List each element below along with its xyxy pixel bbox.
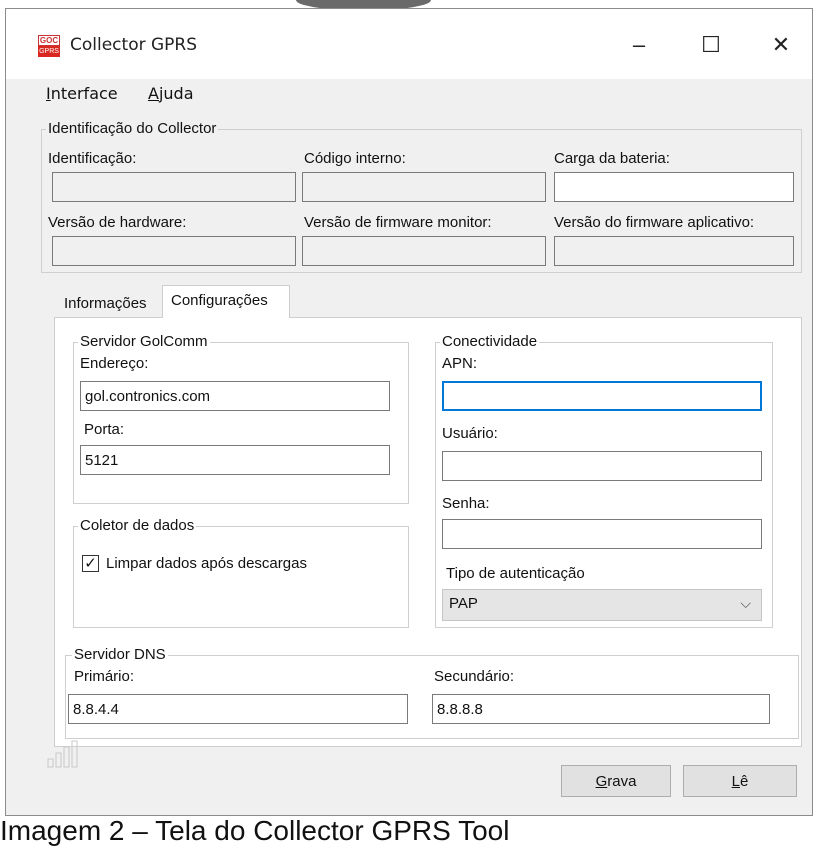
read-button[interactable]: Lê — [683, 765, 797, 797]
save-button-label: rava — [607, 772, 637, 790]
menu-interface-label: nterface — [50, 84, 118, 103]
minimize-button[interactable]: – — [609, 23, 669, 67]
menu-help-mnemonic: A — [148, 84, 159, 103]
app-icon-top: GOC — [38, 35, 60, 46]
maximize-icon: ☐ — [701, 32, 721, 57]
read-button-mnemonic: L — [731, 772, 740, 790]
identification-label: Identificação: — [48, 150, 137, 167]
figure-caption: Imagem 2 – Tela do Collector GPRS Tool — [0, 815, 510, 846]
app-icon-bottom: GPRS — [38, 46, 60, 57]
connectivity-legend: Conectividade — [440, 333, 540, 350]
menu-bar: Interface Ajuda — [6, 79, 812, 109]
battery-label: Carga da bateria: — [554, 150, 670, 167]
app-firmware-field — [554, 236, 794, 266]
tab-informacoes[interactable]: Informações — [56, 291, 160, 317]
auth-label: Tipo de autenticação — [446, 565, 585, 582]
golcomm-group: Servidor GolComm Endereço: Porta: — [73, 333, 409, 504]
hardware-version-label: Versão de hardware: — [48, 214, 187, 231]
menu-help[interactable]: Ajuda — [148, 84, 194, 103]
auth-select-value: PAP — [449, 595, 478, 612]
maximize-button[interactable]: ☐ — [681, 23, 741, 67]
chevron-down-icon: ⌵ — [740, 595, 751, 611]
menu-interface[interactable]: Interface — [46, 84, 118, 103]
golcomm-legend: Servidor GolComm — [78, 333, 210, 350]
signal-bars-icon — [47, 740, 78, 768]
save-button[interactable]: Grava — [561, 765, 671, 797]
collector-legend: Coletor de dados — [78, 517, 197, 534]
apn-input[interactable] — [442, 381, 762, 411]
app-firmware-label: Versão do firmware aplicativo: — [554, 214, 755, 231]
user-input[interactable] — [442, 451, 762, 481]
auth-select[interactable]: PAP ⌵ — [442, 589, 762, 621]
apn-label: APN: — [442, 355, 478, 372]
battery-field — [554, 172, 794, 202]
menu-help-label: juda — [158, 84, 194, 103]
port-input[interactable] — [80, 445, 390, 475]
dns-legend: Servidor DNS — [72, 646, 168, 663]
close-button[interactable]: ✕ — [751, 23, 811, 67]
tab-page-configuracoes: Servidor GolComm Endereço: Porta: Coleto… — [54, 317, 802, 747]
user-label: Usuário: — [442, 425, 498, 442]
secondary-dns-input[interactable] — [432, 694, 770, 724]
internal-code-label: Código interno: — [304, 150, 406, 167]
clear-data-checkbox[interactable]: ✓ — [82, 555, 99, 572]
app-window: GOC GPRS Collector GPRS – ☐ ✕ Interface … — [5, 8, 813, 816]
port-label: Porta: — [84, 421, 125, 438]
password-label: Senha: — [442, 495, 490, 512]
internal-code-field — [302, 172, 546, 202]
dns-group: Servidor DNS Primário: Secundário: — [65, 646, 799, 739]
monitor-firmware-label: Versão de firmware monitor: — [304, 214, 492, 231]
identification-legend: Identificação do Collector — [46, 120, 219, 137]
minimize-icon: – — [632, 32, 646, 57]
app-icon: GOC GPRS — [38, 35, 60, 57]
address-label: Endereço: — [80, 355, 149, 372]
primary-dns-label: Primário: — [74, 668, 135, 685]
identification-field — [52, 172, 296, 202]
hardware-version-field — [52, 236, 296, 266]
password-input[interactable] — [442, 519, 762, 549]
secondary-dns-label: Secundário: — [434, 668, 515, 685]
address-input[interactable] — [80, 381, 390, 411]
clear-data-label: Limpar dados após descargas — [106, 555, 307, 572]
tab-configuracoes[interactable]: Configurações — [162, 285, 290, 318]
window-title: Collector GPRS — [70, 35, 198, 55]
save-button-mnemonic: G — [595, 772, 608, 790]
collector-group: Coletor de dados ✓ Limpar dados após des… — [73, 517, 409, 628]
title-bar: GOC GPRS Collector GPRS – ☐ ✕ — [6, 9, 812, 79]
primary-dns-input[interactable] — [68, 694, 408, 724]
monitor-firmware-field — [302, 236, 546, 266]
connectivity-group: Conectividade APN: Usuário: Senha: Tipo … — [435, 333, 773, 628]
identification-group: Identificação do Collector Identificação… — [41, 120, 802, 273]
close-icon: ✕ — [771, 32, 791, 57]
read-button-label: ê — [740, 772, 749, 790]
